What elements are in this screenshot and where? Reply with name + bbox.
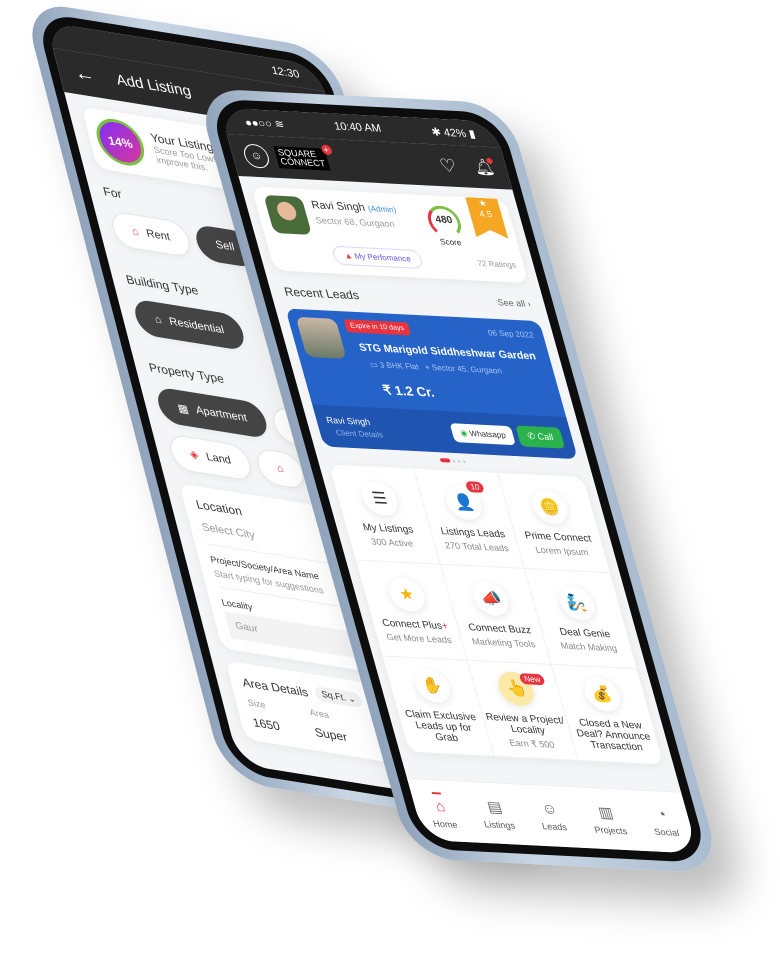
- feature-title: Prime Connect: [523, 529, 593, 545]
- score-gauge: 480: [423, 204, 465, 239]
- page-title: Add Listing: [114, 70, 193, 100]
- feature-subtitle: Get More Leads: [385, 631, 453, 645]
- feature-subtitle: Marketing Tools: [470, 635, 537, 649]
- nav-social[interactable]: ◔ Social: [647, 806, 680, 838]
- building-icon: ⌂: [153, 313, 164, 327]
- nav-projects[interactable]: ▥ Projects: [587, 802, 628, 836]
- app-logo: SQUARE + CONNECT: [273, 144, 333, 171]
- residential-option[interactable]: ⌂ Residential: [131, 298, 248, 352]
- claim-icon: ✋: [410, 667, 454, 704]
- feature-title: Connect Buzz: [467, 621, 533, 636]
- feature-title: Closed a New Deal? Announce Transaction: [575, 717, 652, 754]
- deal-icon: 💰: [580, 676, 624, 712]
- back-arrow-icon[interactable]: ←: [71, 61, 97, 87]
- score-ring: 14%: [91, 115, 150, 169]
- profile-role: (Admin): [366, 204, 398, 215]
- social-icon: ◔: [654, 806, 669, 824]
- nav-label: Home: [431, 818, 459, 830]
- expire-badge: Expire in 10 days: [343, 319, 411, 336]
- nav-label: Leads: [540, 821, 569, 833]
- feature-title: Claim Exclusive Leads up for Grab: [403, 708, 478, 745]
- coins-icon: 🪙: [527, 488, 572, 525]
- feature-title: Review a Project/ Locality: [484, 711, 566, 737]
- bell-icon[interactable]: 🔔︎: [471, 157, 497, 178]
- lead-card[interactable]: Expire in 10 days 06 Sep 2022 STG Marigo…: [285, 308, 578, 460]
- star-icon: ★: [384, 576, 429, 612]
- area-select[interactable]: Super: [313, 725, 349, 744]
- heart-icon[interactable]: ♡: [437, 155, 459, 177]
- listings-icon: ▤: [485, 798, 505, 816]
- feature-subtitle: 270 Total Leads: [443, 539, 510, 553]
- status-time: 10:40 AM: [332, 120, 383, 135]
- nav-label: Social: [652, 826, 681, 838]
- profile-location: Sector 68, Gurgaon: [314, 215, 396, 230]
- nav-label: Listings: [482, 818, 517, 831]
- client-details: Client Details: [334, 428, 385, 440]
- feature-subtitle: Match Making: [559, 640, 619, 653]
- rating-ribbon: ★ 4.5: [465, 197, 508, 239]
- nav-label: Projects: [592, 824, 629, 836]
- nav-home[interactable]: ⌂ Home: [424, 792, 459, 830]
- list-icon: ☰: [357, 480, 402, 516]
- rent-option[interactable]: ⌂ Rent: [108, 210, 194, 259]
- unit-select[interactable]: Sq.Ft. ⌄: [313, 685, 364, 709]
- performance-button[interactable]: ▲ My Perfomance: [330, 245, 425, 270]
- area-title: Area Details: [240, 674, 310, 700]
- chart-icon: ▲: [343, 251, 354, 261]
- leads-icon: ☺: [539, 800, 560, 819]
- apartment-icon: ▦: [176, 401, 190, 416]
- apartment-option[interactable]: ▦ Apartment: [154, 386, 271, 440]
- feature-title: Listings Leads: [439, 525, 507, 540]
- lead-name: STG Marigold Siddheshwar Garden: [357, 341, 538, 363]
- feature-title: Connect Plus+: [380, 617, 450, 632]
- ratings-count: 72 Ratings: [476, 258, 518, 270]
- genie-icon: 🧞: [554, 584, 599, 621]
- size-label: Size: [246, 697, 267, 711]
- nav-listings[interactable]: ▤ Listings: [477, 797, 517, 831]
- feature-title: My Listings: [361, 521, 415, 536]
- score-label: Score: [438, 237, 463, 248]
- recent-leads-title: Recent Leads: [282, 284, 361, 303]
- feature-subtitle: 300 Active: [369, 536, 415, 549]
- bottom-nav: ⌂ Home ▤ Listings ☺ Leads ▥ Projects ◔ Social: [406, 777, 699, 854]
- feature-subtitle: Earn ₹ 500: [508, 737, 556, 750]
- profile-menu-icon[interactable]: ☺: [241, 143, 272, 169]
- profile-name: Ravi Singh: [309, 199, 367, 214]
- nav-leads[interactable]: ☺ Leads: [535, 800, 568, 832]
- house-icon: ⌂: [130, 225, 141, 239]
- feature-title: Deal Genie: [558, 626, 612, 640]
- phone-icon: ✆: [525, 430, 537, 441]
- battery-icon: ▮: [467, 127, 477, 141]
- area-label: Area: [308, 707, 331, 721]
- projects-icon: ▥: [596, 803, 616, 822]
- lead-price: ₹ 1.2 Cr.: [380, 382, 437, 400]
- home-icon: ⌂: [431, 792, 448, 816]
- feature-grid: ☰ My Listings 300 Active 👤 Listings Lead…: [329, 464, 664, 766]
- battery-level: 42%: [442, 126, 468, 140]
- call-button[interactable]: ✆ Call: [515, 424, 566, 449]
- avatar: [263, 194, 313, 235]
- see-all-link[interactable]: See all ›: [496, 297, 532, 309]
- land-icon: ◈: [188, 448, 200, 462]
- megaphone-icon: 📣: [469, 580, 513, 617]
- whatsapp-icon: ◉: [458, 428, 469, 438]
- lead-date: 06 Sep 2022: [486, 328, 535, 340]
- size-input[interactable]: 1650: [251, 715, 317, 739]
- profile-card: Ravi Singh (Admin) Sector 68, Gurgaon 48…: [251, 186, 529, 284]
- feature-subtitle: Lorem Ipsum: [534, 544, 590, 557]
- status-time: 12:30: [270, 64, 301, 82]
- signal-icon: ●●○○ ≋: [243, 116, 286, 131]
- whatsapp-button[interactable]: ◉ Whatsapp: [449, 422, 517, 445]
- property-thumbnail: [295, 316, 347, 359]
